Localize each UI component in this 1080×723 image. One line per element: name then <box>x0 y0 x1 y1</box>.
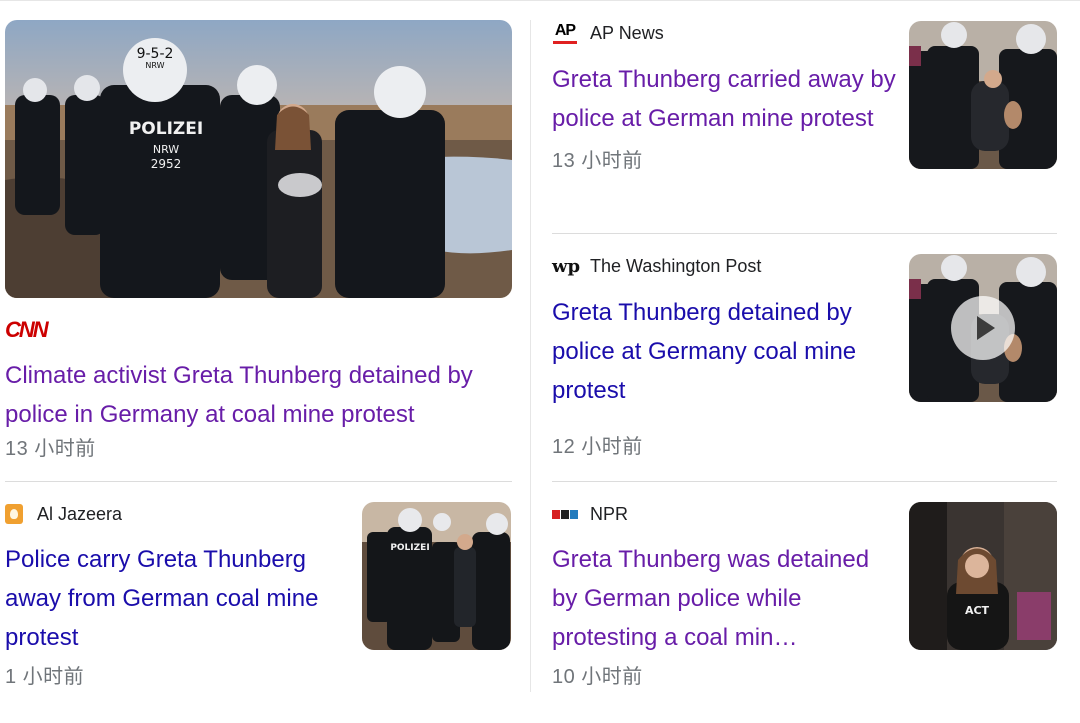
video-thumbnail-washington-post[interactable] <box>909 254 1057 402</box>
police-scene-image: 9-5-2 NRW POLIZEI NRW 2952 <box>5 20 512 298</box>
vest-nrw-text: NRW <box>153 143 179 156</box>
news-thumbnail-cnn[interactable]: 9-5-2 NRW POLIZEI NRW 2952 <box>5 20 512 298</box>
police-carry-image: POLIZEI <box>362 502 511 650</box>
timestamp-al-jazeera: 1 小时前 <box>5 666 85 688</box>
timestamp-ap-news: 13 小时前 <box>552 150 643 172</box>
vest-polizei-text: POLIZEI <box>129 119 203 139</box>
headline-link-washington-post[interactable]: Greta Thunberg detained by police at Ger… <box>552 293 897 410</box>
headline-link-npr[interactable]: Greta Thunberg was detained by German po… <box>552 540 892 657</box>
source-row-ap-news: AP AP News <box>552 20 897 46</box>
column-divider <box>530 20 531 692</box>
headline-link-cnn[interactable]: Climate activist Greta Thunberg detained… <box>5 356 515 434</box>
news-card-npr[interactable]: NPR Greta Thunberg was detained by Germa… <box>552 501 897 689</box>
source-name-ap-news: AP News <box>590 22 664 43</box>
news-card-ap-news[interactable]: AP AP News Greta Thunberg carried away b… <box>552 20 897 173</box>
news-thumbnail-npr[interactable]: ACT <box>909 502 1057 650</box>
top-divider <box>0 0 1080 1</box>
vest-number-text: 2952 <box>151 157 182 171</box>
play-icon[interactable] <box>951 296 1015 360</box>
washington-post-logo-icon: wp <box>552 255 581 277</box>
vest-polizei-small-text: POLIZEI <box>390 543 429 553</box>
helmet-sub-text: NRW <box>145 61 164 70</box>
headline-link-ap-news[interactable]: Greta Thunberg carried away by police at… <box>552 60 897 138</box>
greta-portrait-image: ACT <box>909 502 1057 650</box>
news-thumbnail-al-jazeera[interactable]: POLIZEI <box>362 502 511 650</box>
divider-right-2 <box>552 481 1057 482</box>
cnn-logo-icon: CNN <box>5 317 49 342</box>
source-row-washington-post: wp The Washington Post <box>552 253 897 279</box>
ap-logo-icon: AP <box>552 20 578 46</box>
shirt-text: ACT <box>965 604 990 617</box>
npr-logo-icon <box>552 509 578 519</box>
source-row-cnn: CNN <box>5 317 515 342</box>
timestamp-washington-post: 12 小时前 <box>552 436 643 458</box>
source-row-npr: NPR <box>552 501 897 527</box>
news-thumbnail-ap-news[interactable] <box>909 21 1057 169</box>
timestamp-npr: 10 小时前 <box>552 666 643 688</box>
timestamp-cnn: 13 小时前 <box>5 438 96 460</box>
news-card-cnn[interactable]: 9-5-2 NRW POLIZEI NRW 2952 CNN Climate a… <box>5 20 515 461</box>
source-name-washington-post: The Washington Post <box>590 255 762 276</box>
al-jazeera-logo-icon <box>5 504 23 524</box>
police-carrying-image <box>909 21 1057 169</box>
divider-left-1 <box>5 481 512 482</box>
news-card-washington-post[interactable]: wp The Washington Post Greta Thunberg de… <box>552 253 897 459</box>
helmet-number-text: 9-5-2 <box>137 46 174 62</box>
source-name-npr: NPR <box>590 503 629 524</box>
headline-link-al-jazeera[interactable]: Police carry Greta Thunberg away from Ge… <box>5 540 350 657</box>
divider-right-1 <box>552 233 1057 234</box>
source-name-al-jazeera: Al Jazeera <box>37 503 123 524</box>
